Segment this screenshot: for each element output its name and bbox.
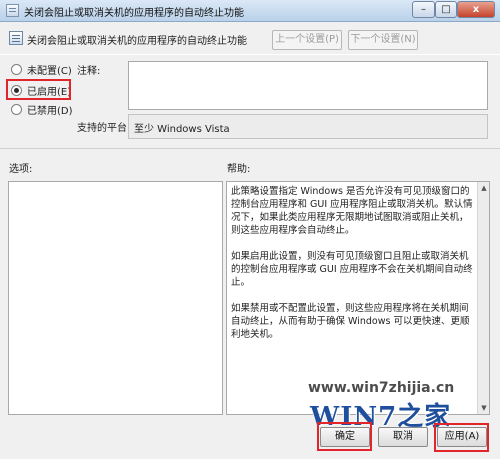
- radio-disabled[interactable]: 已禁用(D): [11, 102, 73, 117]
- help-paragraph: 此策略设置指定 Windows 是否允许没有可见顶级窗口的控制台应用程序和 GU…: [231, 186, 473, 236]
- setting-title: 关闭会阻止或取消关机的应用程序的自动终止功能: [27, 36, 247, 47]
- highlight-enabled-option: [6, 79, 71, 100]
- radio-label-disabled: 已禁用(D): [27, 105, 73, 117]
- options-label: 选项:: [9, 164, 33, 175]
- window-title: 关闭会阻止或取消关机的应用程序的自动终止功能: [24, 8, 244, 19]
- help-paragraph: 如果禁用或不配置此设置，则这些应用程序将在关机期间自动终止，从而有助于确保 Wi…: [231, 303, 470, 340]
- maximize-button[interactable]: □: [435, 1, 457, 18]
- platform-field: 至少 Windows Vista: [128, 114, 488, 139]
- next-setting-button[interactable]: 下一个设置(N): [348, 30, 418, 50]
- radio-circle-disabled[interactable]: [11, 103, 22, 115]
- header-divider: [0, 54, 500, 55]
- title-bar: 关闭会阻止或取消关机的应用程序的自动终止功能 – □ x: [0, 0, 500, 22]
- highlight-apply-button: [434, 423, 489, 452]
- help-paragraph: 如果启用此设置，则没有可见顶级窗口且阻止或取消关机的控制台应用程序或 GUI 应…: [231, 251, 473, 288]
- comment-label: 注释:: [77, 66, 101, 77]
- minimize-button[interactable]: –: [412, 1, 435, 18]
- policy-setting-icon: [9, 31, 23, 45]
- comment-textarea[interactable]: [128, 61, 488, 110]
- radio-not-configured[interactable]: 未配置(C): [11, 62, 72, 77]
- previous-setting-button[interactable]: 上一个设置(P): [272, 30, 342, 50]
- cancel-button[interactable]: 取消: [378, 427, 428, 447]
- scroll-up-icon[interactable]: ▲: [479, 183, 489, 193]
- section-divider: [0, 148, 500, 149]
- platform-value: 至少 Windows Vista: [134, 124, 230, 135]
- help-scrollbar[interactable]: ▲ ▼: [477, 182, 489, 414]
- help-text: 此策略设置指定 Windows 是否允许没有可见顶级窗口的控制台应用程序和 GU…: [231, 185, 473, 354]
- help-label: 帮助:: [227, 164, 251, 175]
- radio-circle-not-configured[interactable]: [11, 63, 22, 75]
- close-button[interactable]: x: [457, 1, 495, 18]
- platform-label: 支持的平台:: [77, 123, 131, 134]
- watermark-url: www.win7zhijia.cn: [308, 380, 455, 396]
- options-pane: [8, 181, 223, 415]
- radio-label-not-configured: 未配置(C): [27, 65, 72, 77]
- scroll-down-icon[interactable]: ▼: [479, 403, 489, 413]
- highlight-ok-button: [317, 422, 372, 451]
- policy-document-icon: [6, 4, 19, 17]
